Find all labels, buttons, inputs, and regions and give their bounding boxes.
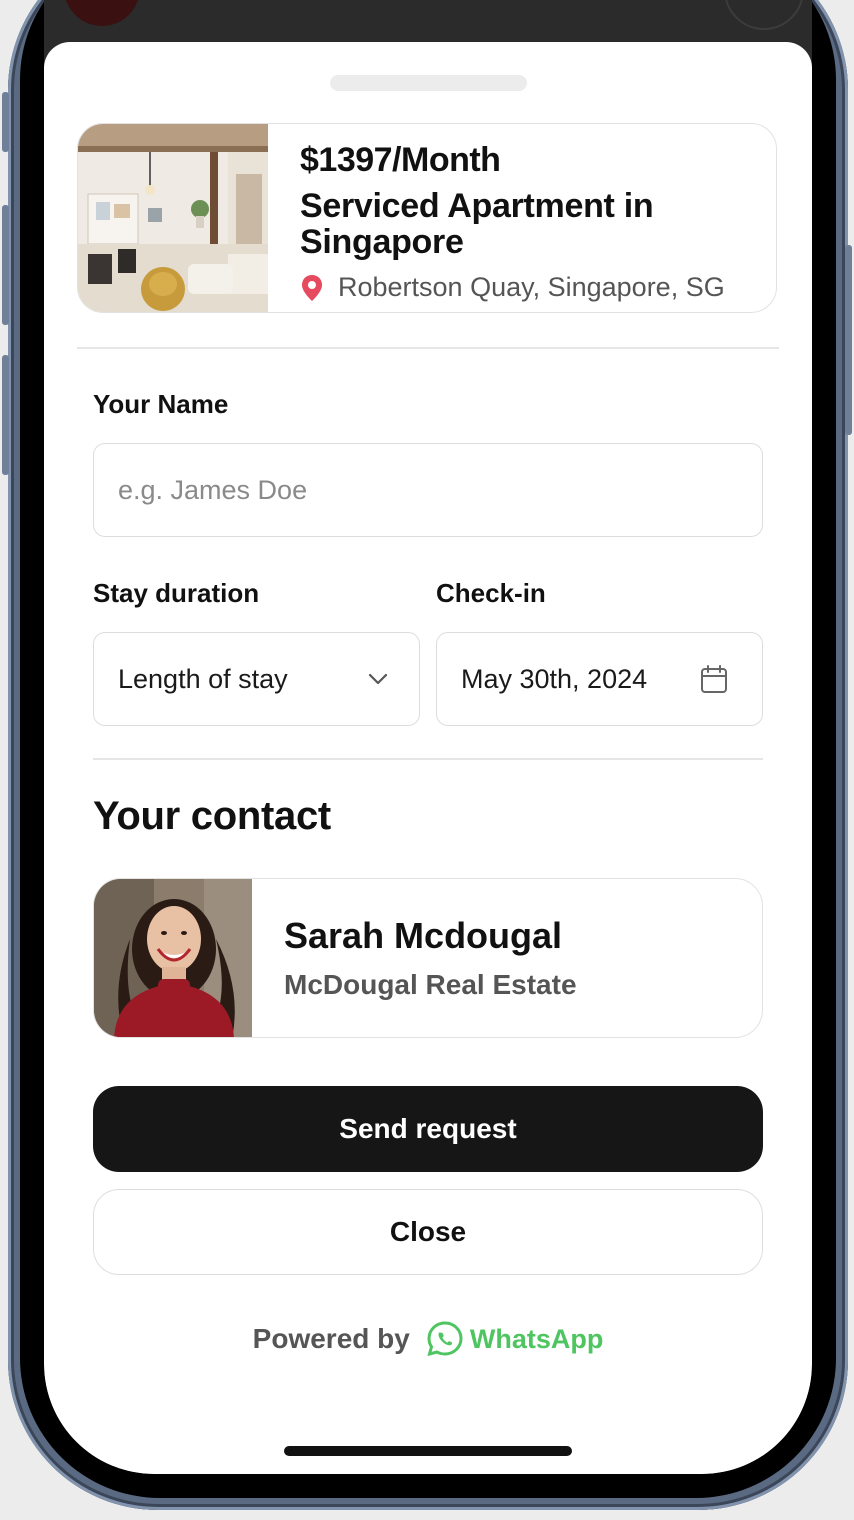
contact-avatar (94, 879, 252, 1037)
duration-select[interactable]: Length of stay (93, 632, 420, 726)
contact-company: McDougal Real Estate (284, 969, 577, 1000)
listing-price: $1397/Month (300, 141, 501, 179)
whatsapp-logo-icon (427, 1321, 463, 1357)
powered-by: Powered by WhatsApp (44, 1320, 812, 1358)
name-input[interactable] (118, 474, 762, 506)
checkin-date-field[interactable]: May 30th, 2024 (436, 632, 763, 726)
name-label: Your Name (93, 389, 229, 419)
side-button (845, 245, 852, 435)
duration-label: Stay duration (93, 578, 260, 608)
background-avatar (64, 0, 140, 26)
contact-card[interactable]: Sarah Mcdougal McDougal Real Estate (93, 878, 763, 1038)
contact-name: Sarah Mcdougal (284, 915, 563, 956)
phone-screen: $1397/Month Serviced Apartment in Singap… (44, 0, 812, 1474)
contact-section-title: Your contact (93, 794, 331, 838)
side-button (2, 205, 9, 325)
divider (77, 347, 779, 349)
apartment-photo (78, 124, 268, 312)
send-request-button[interactable]: Send request (93, 1086, 763, 1172)
side-button (2, 355, 9, 475)
background-button (724, 0, 804, 30)
name-field[interactable] (93, 443, 763, 537)
map-pin-icon (302, 274, 322, 301)
close-button[interactable]: Close (93, 1189, 763, 1275)
side-button (2, 92, 9, 152)
sheet-grabber[interactable] (330, 75, 527, 91)
checkin-label: Check-in (436, 578, 546, 608)
listing-card[interactable]: $1397/Month Serviced Apartment in Singap… (77, 123, 777, 313)
request-sheet: $1397/Month Serviced Apartment in Singap… (44, 42, 812, 1474)
whatsapp-brand-text: WhatsApp (469, 1323, 604, 1354)
home-indicator[interactable] (284, 1446, 572, 1456)
listing-details: $1397/Month Serviced Apartment in Singap… (300, 140, 766, 303)
location-text: Robertson Quay, Singapore, SG (338, 272, 725, 302)
calendar-icon[interactable] (700, 633, 728, 725)
listing-location: Robertson Quay, Singapore, SG (300, 272, 766, 303)
chevron-down-icon (367, 633, 389, 725)
powered-by-text: Powered by (252, 1323, 410, 1354)
divider (93, 758, 763, 760)
listing-title: Serviced Apartment in Singapore (300, 187, 654, 261)
